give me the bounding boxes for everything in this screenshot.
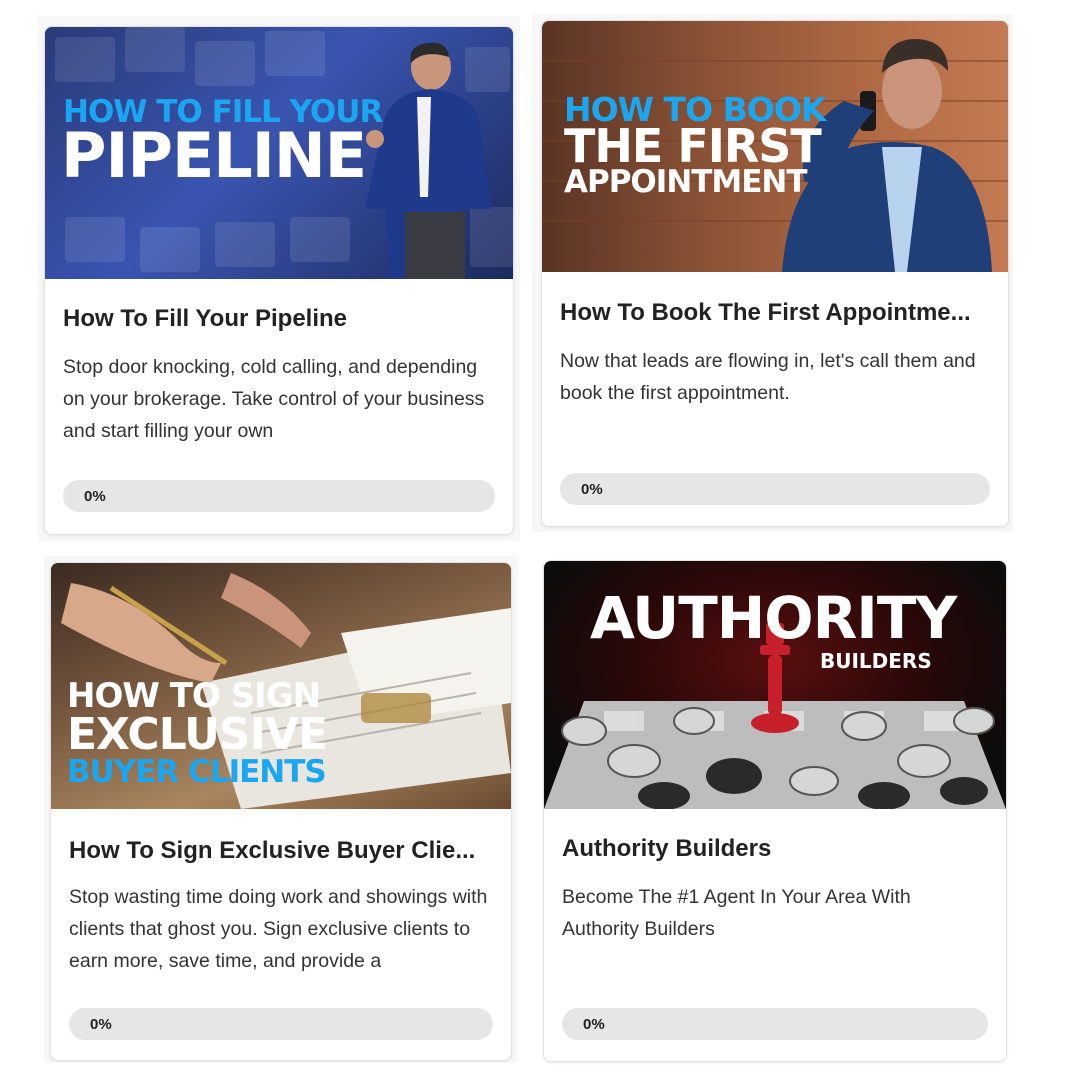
course-thumbnail[interactable]: AUTHORITY BUILDERS [544, 561, 1006, 809]
progress-bar: 0% [562, 1008, 988, 1040]
progress-label: 0% [90, 1016, 112, 1033]
thumbnail-headline-line: APPOINTMENT [564, 164, 808, 200]
course-description: Become The #1 Agent In Your Area With Au… [562, 886, 911, 940]
course-thumbnail[interactable]: HOW TO SIGN EXCLUSIVE BUYER CLIENTS [51, 563, 511, 809]
course-title[interactable]: Authority Builders [562, 835, 982, 863]
course-card-authority-builders[interactable]: AUTHORITY BUILDERS Authority Builders Be… [543, 560, 1007, 1062]
course-title[interactable]: How To Book The First Appointme... [560, 299, 990, 327]
course-description: Stop door knocking, cold calling, and de… [63, 356, 485, 442]
course-thumbnail[interactable]: HOW TO FILL YOUR PIPELINE [45, 27, 513, 279]
course-title[interactable]: How To Fill Your Pipeline [63, 305, 493, 333]
course-card-exclusive-buyers[interactable]: HOW TO SIGN EXCLUSIVE BUYER CLIENTS How … [50, 562, 512, 1061]
course-description: Stop wasting time doing work and showing… [69, 886, 488, 972]
progress-label: 0% [84, 488, 106, 505]
course-card-pipeline[interactable]: HOW TO FILL YOUR PIPELINE How To Fill Yo… [44, 26, 514, 535]
thumbnail-headline-line: EXCLUSIVE [67, 709, 328, 760]
progress-label: 0% [581, 481, 603, 498]
progress-bar: 0% [560, 473, 990, 505]
thumbnail-headline-line: HOW TO SIGN [67, 676, 321, 716]
thumbnail-headline-line: THE FIRST [564, 119, 822, 173]
thumbnail-headline-line: AUTHORITY [590, 584, 957, 652]
course-description: Now that leads are flowing in, let's cal… [560, 350, 976, 404]
thumbnail-headline-line: BUYER CLIENTS [67, 754, 327, 790]
course-card-first-appointment[interactable]: HOW TO BOOK THE FIRST APPOINTMENT How To… [541, 20, 1009, 527]
progress-bar: 0% [63, 480, 495, 512]
progress-label: 0% [583, 1016, 605, 1033]
course-title[interactable]: How To Sign Exclusive Buyer Clie... [69, 837, 489, 865]
course-thumbnail[interactable]: HOW TO BOOK THE FIRST APPOINTMENT [542, 21, 1008, 272]
progress-bar: 0% [69, 1008, 493, 1040]
thumbnail-headline-line: BUILDERS [820, 649, 932, 673]
thumbnail-headline-line: PIPELINE [61, 119, 367, 192]
